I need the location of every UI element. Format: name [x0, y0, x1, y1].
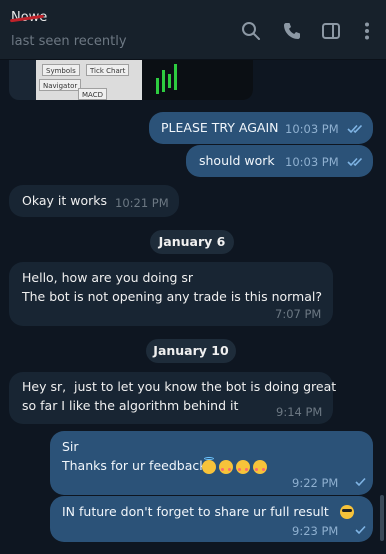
chart-thumbnail	[142, 60, 253, 100]
single-check-icon	[355, 477, 366, 487]
media-tab-macd: MACD	[78, 88, 107, 100]
sidebar-toggle-icon[interactable]	[320, 20, 342, 42]
last-seen-status: last seen recently	[11, 34, 127, 49]
chat-header: Nowe last seen recently	[0, 0, 386, 60]
hearts-face-emoji-icon	[253, 460, 267, 474]
message-bubble[interactable]: should work 10:03 PM	[186, 145, 373, 177]
screenshot-thumbnail: Symbols Tick Chart Navigator MACD	[36, 60, 142, 100]
search-icon[interactable]	[240, 20, 262, 42]
message-bubble[interactable]: Hey sr, just to let you know the bot is …	[9, 372, 336, 424]
message-bubble[interactable]: Okay it works 10:21 PM	[9, 185, 179, 217]
message-time: 10:03 PM	[285, 155, 339, 169]
message-list[interactable]: Symbols Tick Chart Navigator MACD PLEASE…	[0, 60, 386, 554]
double-check-icon	[347, 124, 363, 134]
image-message[interactable]: Symbols Tick Chart Navigator MACD	[9, 60, 253, 100]
smiling-angel-emoji-icon	[202, 457, 216, 474]
message-time: 9:23 PM	[292, 524, 339, 538]
emoji-group	[202, 457, 270, 477]
message-text: Hello, how are you doing sr The bot is n…	[22, 270, 323, 304]
message-bubble[interactable]: Hello, how are you doing sr The bot is n…	[9, 262, 333, 326]
message-time: 9:14 PM	[276, 405, 323, 419]
date-separator: January 6	[150, 230, 234, 254]
message-time: 10:21 PM	[115, 196, 169, 210]
scrollbar-thumb[interactable]	[380, 495, 384, 541]
phone-icon[interactable]	[281, 20, 303, 42]
sunglasses-emoji-icon	[340, 505, 354, 519]
kiss-face-emoji-icon	[236, 460, 250, 474]
message-text: Okay it works	[22, 193, 107, 208]
media-tab-navigator: Navigator	[39, 79, 82, 91]
double-check-icon	[347, 157, 363, 167]
date-separator: January 10	[146, 339, 236, 363]
message-bubble[interactable]: IN future don't forget to share ur full …	[50, 496, 373, 542]
message-time: 10:03 PM	[285, 122, 339, 136]
message-time: 9:22 PM	[292, 476, 339, 490]
message-time: 7:07 PM	[275, 307, 322, 321]
media-tab-tick-chart: Tick Chart	[86, 64, 130, 76]
single-check-icon	[355, 525, 366, 535]
message-text: PLEASE TRY AGAIN	[161, 120, 279, 135]
message-text: Sir Thanks for ur feedback	[62, 439, 207, 473]
more-vertical-icon[interactable]	[356, 20, 378, 42]
media-tab-symbols: Symbols	[42, 64, 80, 76]
message-bubble[interactable]: Sir Thanks for ur feedback 9:22 PM	[50, 431, 373, 495]
message-text: should work	[199, 153, 275, 168]
hearts-face-emoji-icon	[219, 460, 233, 474]
message-text: IN future don't forget to share ur full …	[62, 504, 329, 519]
message-bubble[interactable]: PLEASE TRY AGAIN 10:03 PM	[149, 112, 373, 144]
